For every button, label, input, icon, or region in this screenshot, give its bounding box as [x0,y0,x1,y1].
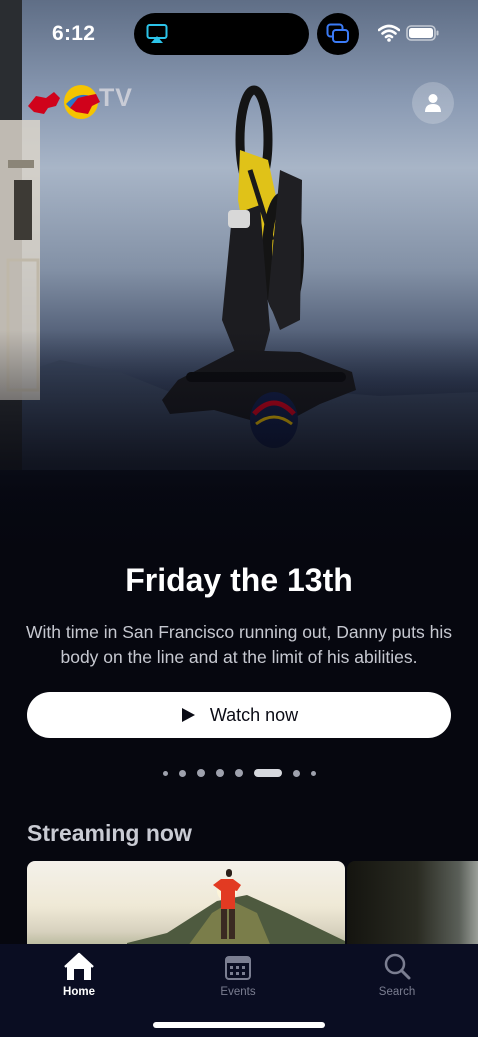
watch-now-button[interactable]: Watch now [27,692,451,738]
pager-dot[interactable] [292,769,300,777]
tab-events-label: Events [220,986,256,998]
feature-title: Friday the 13th [125,562,353,598]
screen-mirroring-icon [326,23,349,43]
hero-gradient [0,330,478,560]
tab-home[interactable]: Home [29,952,129,998]
tab-search-label: Search [378,986,416,998]
feature-description: With time in San Francisco running out, … [25,622,453,667]
battery-icon [406,25,439,41]
dynamic-island [134,13,309,55]
app-screen: 6:12 TV Friday the 13th With time in San… [0,0,478,1037]
pager-dot[interactable] [310,770,316,776]
tab-events[interactable]: Events [188,952,288,998]
pager-dot[interactable] [178,769,186,777]
pager-dot[interactable] [162,770,168,776]
status-bar: 6:12 [0,0,478,70]
search-icon [384,953,411,980]
pager-dot[interactable] [196,769,205,777]
profile-button[interactable] [412,82,454,124]
screen-mirroring-pill [317,13,359,55]
calendar-icon [225,956,251,980]
pager-dot[interactable] [234,769,243,777]
red-bull-tv-logo: TV [26,82,132,122]
tab-home-label: Home [63,986,95,998]
home-indicator[interactable] [153,1022,325,1028]
home-icon [64,952,94,980]
wifi-icon [378,24,400,42]
pager-dot[interactable] [215,769,224,777]
brand-tv-text: TV [99,84,133,112]
watch-now-label: Watch now [209,704,299,725]
status-time: 6:12 [52,22,96,45]
streaming-now-heading: Streaming now [27,820,192,846]
play-icon [181,708,195,722]
carousel-pager[interactable] [0,766,478,780]
profile-icon [425,94,441,112]
airplay-icon [146,24,168,43]
pager-dot-active[interactable] [253,769,282,777]
tab-search[interactable]: Search [347,952,447,998]
